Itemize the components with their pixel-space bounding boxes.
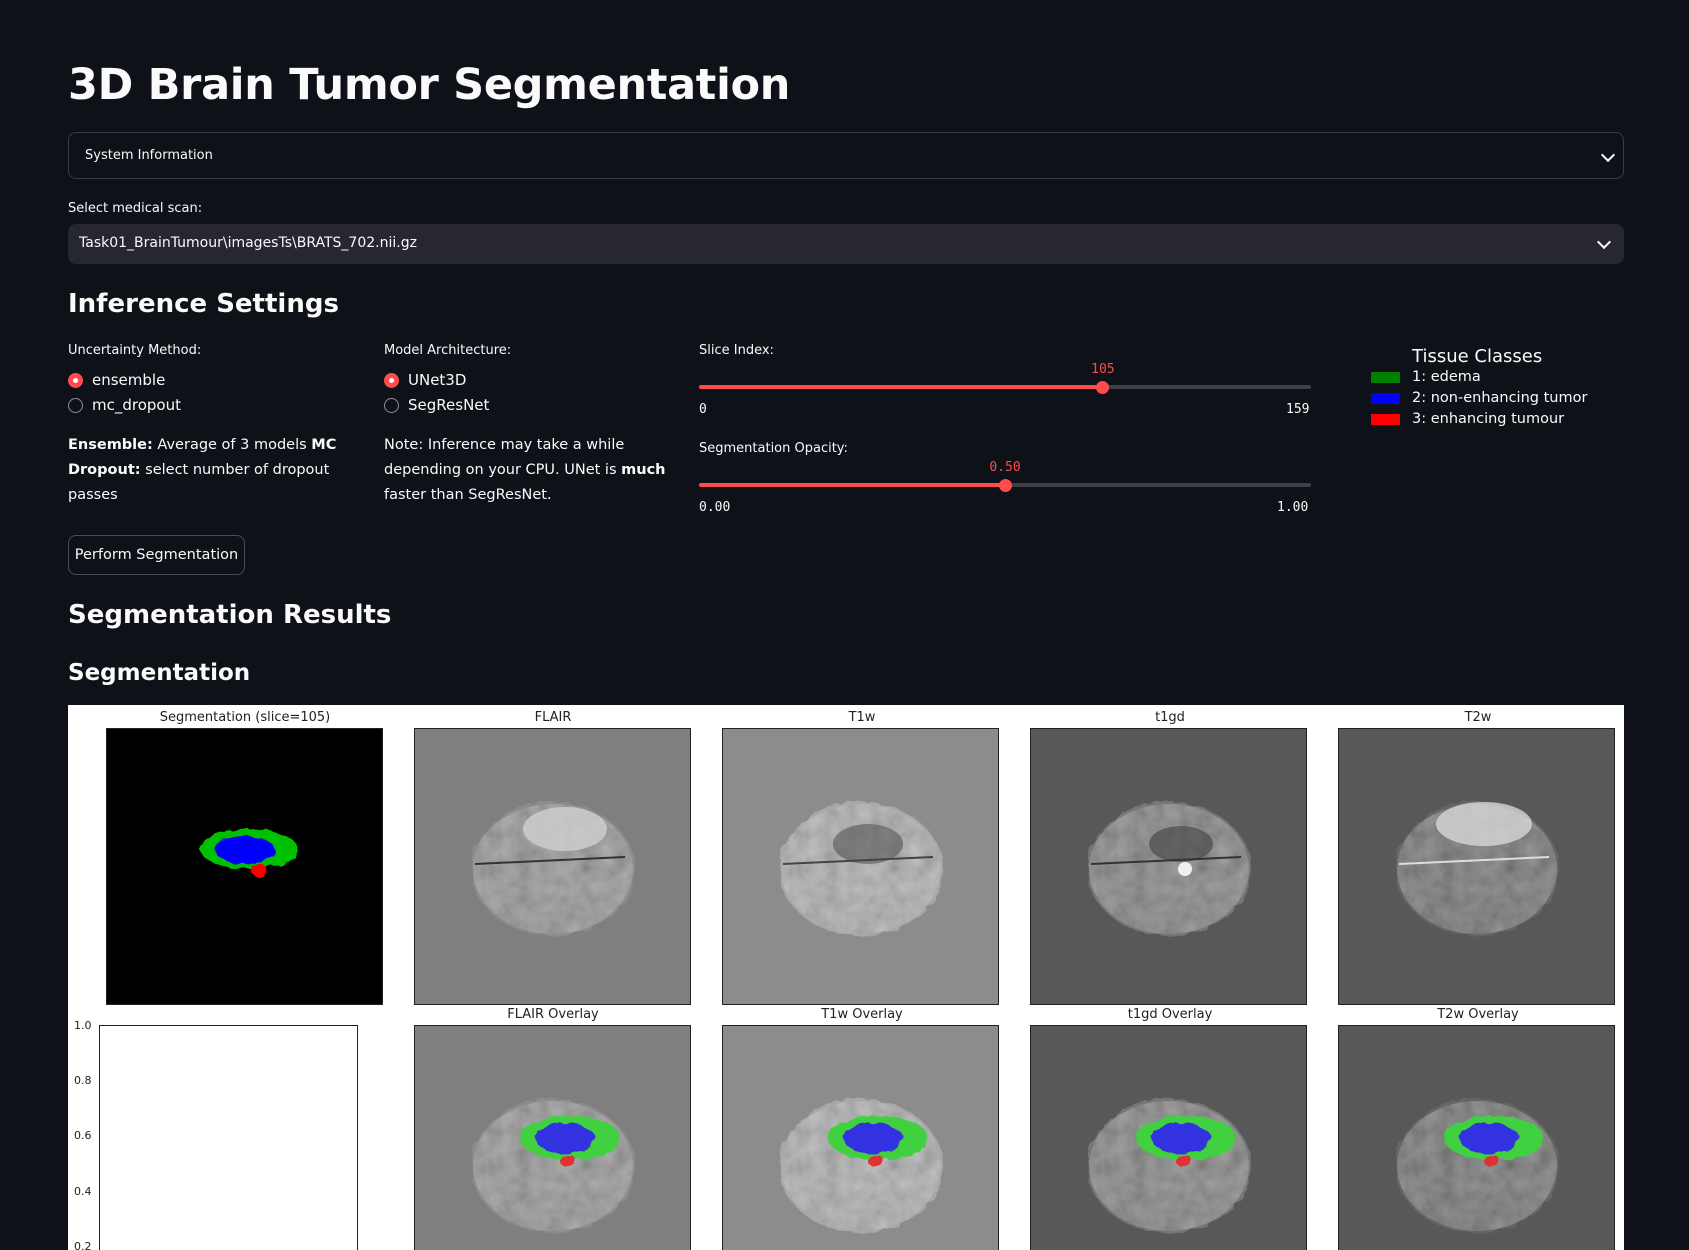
flair-overlay-panel bbox=[414, 1025, 691, 1250]
t2w-overlay-panel bbox=[1338, 1025, 1615, 1250]
panel-title: T1w bbox=[848, 710, 876, 725]
chevron-down-icon bbox=[1596, 234, 1612, 250]
opacity-min: 0.00 bbox=[699, 500, 731, 515]
legend-label: 1: edema bbox=[1412, 369, 1481, 385]
chevron-down-icon bbox=[1600, 147, 1616, 163]
slice-index-label: Slice Index: bbox=[699, 343, 774, 358]
perform-segmentation-button[interactable]: Perform Segmentation bbox=[68, 535, 245, 575]
slice-index-slider[interactable] bbox=[699, 380, 1311, 394]
radio-selected-icon bbox=[68, 372, 83, 388]
legend-swatch bbox=[1371, 413, 1400, 425]
y-tick-label: 0.4 bbox=[74, 1185, 92, 1198]
legend-item-enhancing: 3: enhancing tumour bbox=[1371, 411, 1564, 427]
radio-unselected-icon bbox=[384, 397, 399, 413]
t1gd-overlay-image bbox=[1087, 1099, 1251, 1233]
note-bold: much bbox=[621, 462, 666, 478]
scan-select-value: Task01_BrainTumour\imagesTs\BRATS_702.ni… bbox=[79, 235, 417, 251]
t2w-image bbox=[1395, 802, 1559, 936]
radio-selected-icon bbox=[384, 372, 399, 388]
scan-select-label: Select medical scan: bbox=[68, 201, 203, 216]
radio-mc-dropout[interactable]: mc_dropout bbox=[68, 396, 181, 414]
t1gd-overlay-panel bbox=[1030, 1025, 1307, 1250]
panel-title: Segmentation (slice=105) bbox=[159, 710, 331, 725]
note-text: faster than SegResNet. bbox=[384, 487, 552, 503]
uncertainty-note: Ensemble: Average of 3 models MC Dropout… bbox=[68, 433, 373, 508]
t1gd-image bbox=[1087, 802, 1251, 936]
legend-label: 3: enhancing tumour bbox=[1412, 411, 1565, 427]
panel-title: T2w bbox=[1464, 710, 1492, 725]
opacity-value: 0.50 bbox=[989, 460, 1021, 475]
note-text: Average of 3 models bbox=[152, 437, 312, 453]
flair-panel bbox=[414, 728, 691, 1005]
uncertainty-method-label: Uncertainty Method: bbox=[68, 343, 202, 358]
results-subheading: Segmentation bbox=[68, 660, 251, 686]
panel-title: t1gd Overlay bbox=[1127, 1007, 1213, 1022]
panel-title: t1gd bbox=[1155, 710, 1185, 725]
flair-overlay-image bbox=[471, 1099, 635, 1233]
radio-label: mc_dropout bbox=[92, 396, 181, 414]
slice-index-value: 105 bbox=[1091, 362, 1115, 377]
segmentation-panel bbox=[106, 728, 383, 1005]
t1gd-panel bbox=[1030, 728, 1307, 1005]
opacity-max: 1.00 bbox=[1277, 500, 1309, 515]
radio-unselected-icon bbox=[68, 397, 83, 413]
note-text: Note: Inference may take a while dependi… bbox=[384, 437, 625, 478]
inference-settings-heading: Inference Settings bbox=[68, 289, 339, 319]
slice-max: 159 bbox=[1286, 402, 1310, 417]
radio-unet3d[interactable]: UNet3D bbox=[384, 371, 466, 389]
flair-image bbox=[471, 802, 635, 936]
t1w-image bbox=[779, 802, 943, 936]
legend-label: 2: non-enhancing tumor bbox=[1412, 390, 1588, 406]
y-tick-label: 0.6 bbox=[74, 1129, 92, 1142]
note-bold: Ensemble: bbox=[68, 437, 153, 453]
page-title: 3D Brain Tumor Segmentation bbox=[68, 60, 791, 110]
t2w-overlay-image bbox=[1395, 1099, 1559, 1233]
y-tick-label: 0.8 bbox=[74, 1074, 92, 1087]
radio-ensemble[interactable]: ensemble bbox=[68, 371, 165, 389]
uncertainty-plot-axes bbox=[99, 1025, 358, 1250]
y-tick-label: 1.0 bbox=[74, 1019, 92, 1032]
model-architecture-label: Model Architecture: bbox=[384, 343, 512, 358]
legend-item-edema: 1: edema bbox=[1371, 369, 1481, 385]
legend-swatch bbox=[1371, 371, 1400, 383]
system-information-expander[interactable]: System Information bbox=[68, 132, 1624, 179]
slider-fill bbox=[699, 385, 1103, 389]
slice-min: 0 bbox=[699, 402, 707, 417]
radio-segresnet[interactable]: SegResNet bbox=[384, 396, 489, 414]
results-heading: Segmentation Results bbox=[68, 600, 392, 630]
panel-title: T1w Overlay bbox=[821, 1007, 903, 1022]
t2w-panel bbox=[1338, 728, 1615, 1005]
legend-swatch bbox=[1371, 392, 1400, 404]
model-note: Note: Inference may take a while dependi… bbox=[384, 433, 684, 508]
radio-label: ensemble bbox=[92, 371, 166, 389]
segmentation-figure: Segmentation (slice=105) FLAIR T1w t1gd … bbox=[68, 705, 1624, 1250]
slider-fill bbox=[699, 483, 1005, 487]
t1w-overlay-panel bbox=[722, 1025, 999, 1250]
opacity-slider[interactable] bbox=[699, 478, 1311, 492]
expander-label: System Information bbox=[85, 148, 213, 163]
radio-label: UNet3D bbox=[408, 371, 467, 389]
radio-label: SegResNet bbox=[408, 396, 490, 414]
scan-select[interactable]: Task01_BrainTumour\imagesTs\BRATS_702.ni… bbox=[68, 224, 1624, 264]
t1w-panel bbox=[722, 728, 999, 1005]
slider-thumb[interactable] bbox=[1096, 380, 1110, 394]
y-tick-label: 0.2 bbox=[74, 1240, 92, 1250]
panel-title: FLAIR Overlay bbox=[507, 1007, 599, 1022]
slider-thumb[interactable] bbox=[998, 478, 1012, 492]
opacity-label: Segmentation Opacity: bbox=[699, 441, 848, 456]
legend-item-non-enhancing: 2: non-enhancing tumor bbox=[1371, 390, 1587, 406]
segmentation-mask-image bbox=[200, 829, 298, 876]
panel-title: T2w Overlay bbox=[1437, 1007, 1519, 1022]
panel-title: FLAIR bbox=[534, 710, 572, 725]
t1w-overlay-image bbox=[779, 1099, 943, 1233]
legend-title: Tissue Classes bbox=[1412, 346, 1543, 367]
